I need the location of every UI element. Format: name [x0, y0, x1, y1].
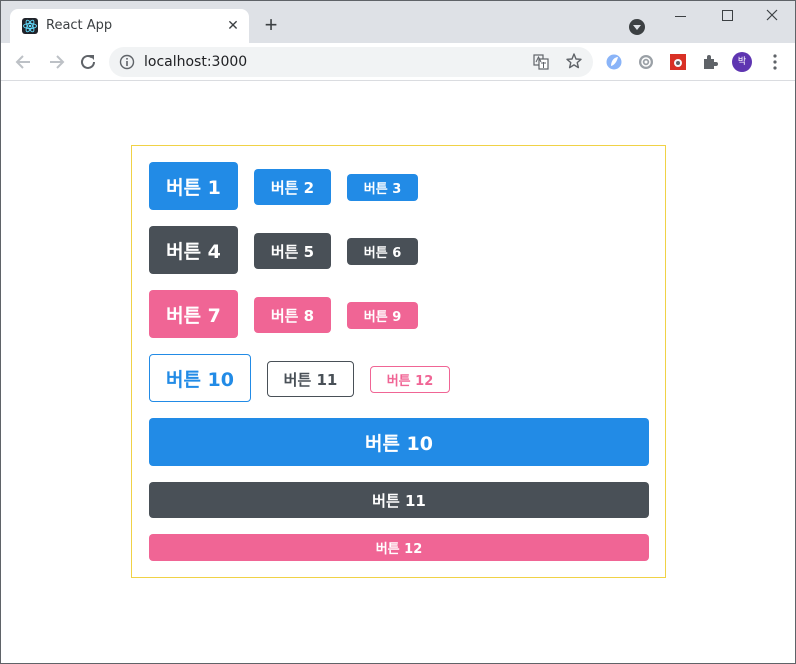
button-4[interactable]: 버튼 4 — [149, 226, 238, 274]
tab-react-app[interactable]: React App ✕ — [10, 9, 249, 43]
button-5[interactable]: 버튼 5 — [254, 233, 331, 269]
arrow-left-icon — [15, 55, 30, 69]
button-11-outline[interactable]: 버튼 11 — [267, 361, 354, 397]
browser-toolbar: localhost:3000 박 — [1, 43, 795, 81]
extension-app-icon[interactable] — [669, 53, 687, 71]
button-6[interactable]: 버튼 6 — [347, 238, 418, 265]
button-11-fullwidth[interactable]: 버튼 11 — [149, 482, 649, 518]
url-text[interactable]: localhost:3000 — [144, 54, 247, 70]
extension-gear-icon[interactable] — [637, 53, 655, 71]
back-button[interactable] — [13, 51, 35, 73]
translate-icon[interactable] — [533, 54, 549, 70]
menu-dots-icon[interactable] — [767, 53, 783, 71]
button-12-outline[interactable]: 버튼 12 — [370, 366, 450, 393]
button-10-outline[interactable]: 버튼 10 — [149, 354, 251, 402]
button-2[interactable]: 버튼 2 — [254, 169, 331, 205]
info-icon[interactable] — [119, 54, 135, 70]
app-container: 버튼 1 버튼 2 버튼 3 버튼 4 버튼 5 버튼 6 버튼 7 버튼 8 … — [131, 145, 666, 578]
button-10-fullwidth[interactable]: 버튼 10 — [149, 418, 649, 466]
button-1[interactable]: 버튼 1 — [149, 162, 238, 210]
forward-button[interactable] — [45, 51, 67, 73]
reload-button[interactable] — [77, 51, 99, 73]
tab-strip: React App ✕ + — [1, 1, 795, 43]
extension-icon[interactable] — [605, 53, 623, 71]
button-7[interactable]: 버튼 7 — [149, 290, 238, 338]
react-logo-icon — [22, 18, 38, 34]
arrow-right-icon — [50, 55, 65, 69]
reload-icon — [81, 54, 95, 69]
close-icon — [766, 9, 778, 21]
button-9[interactable]: 버튼 9 — [347, 302, 418, 329]
button-3[interactable]: 버튼 3 — [347, 174, 418, 201]
bookmark-star-icon[interactable] — [565, 52, 583, 70]
tab-close-icon[interactable]: ✕ — [225, 17, 241, 33]
maximize-button[interactable] — [712, 5, 742, 27]
minimize-button[interactable] — [666, 5, 696, 27]
browser-window: React App ✕ + localhost:3000 박 버튼 1 버튼 2… — [0, 0, 796, 664]
new-tab-button[interactable]: + — [260, 14, 282, 37]
button-8[interactable]: 버튼 8 — [254, 297, 331, 333]
tab-search-icon[interactable] — [629, 19, 645, 35]
profile-avatar[interactable]: 박 — [732, 52, 752, 72]
button-12-fullwidth[interactable]: 버튼 12 — [149, 534, 649, 561]
extensions-puzzle-icon[interactable] — [701, 53, 719, 71]
page-content: 버튼 1 버튼 2 버튼 3 버튼 4 버튼 5 버튼 6 버튼 7 버튼 8 … — [1, 82, 795, 663]
close-window-button[interactable] — [757, 5, 787, 27]
address-bar[interactable]: localhost:3000 — [109, 47, 593, 77]
tab-title: React App — [46, 18, 113, 33]
